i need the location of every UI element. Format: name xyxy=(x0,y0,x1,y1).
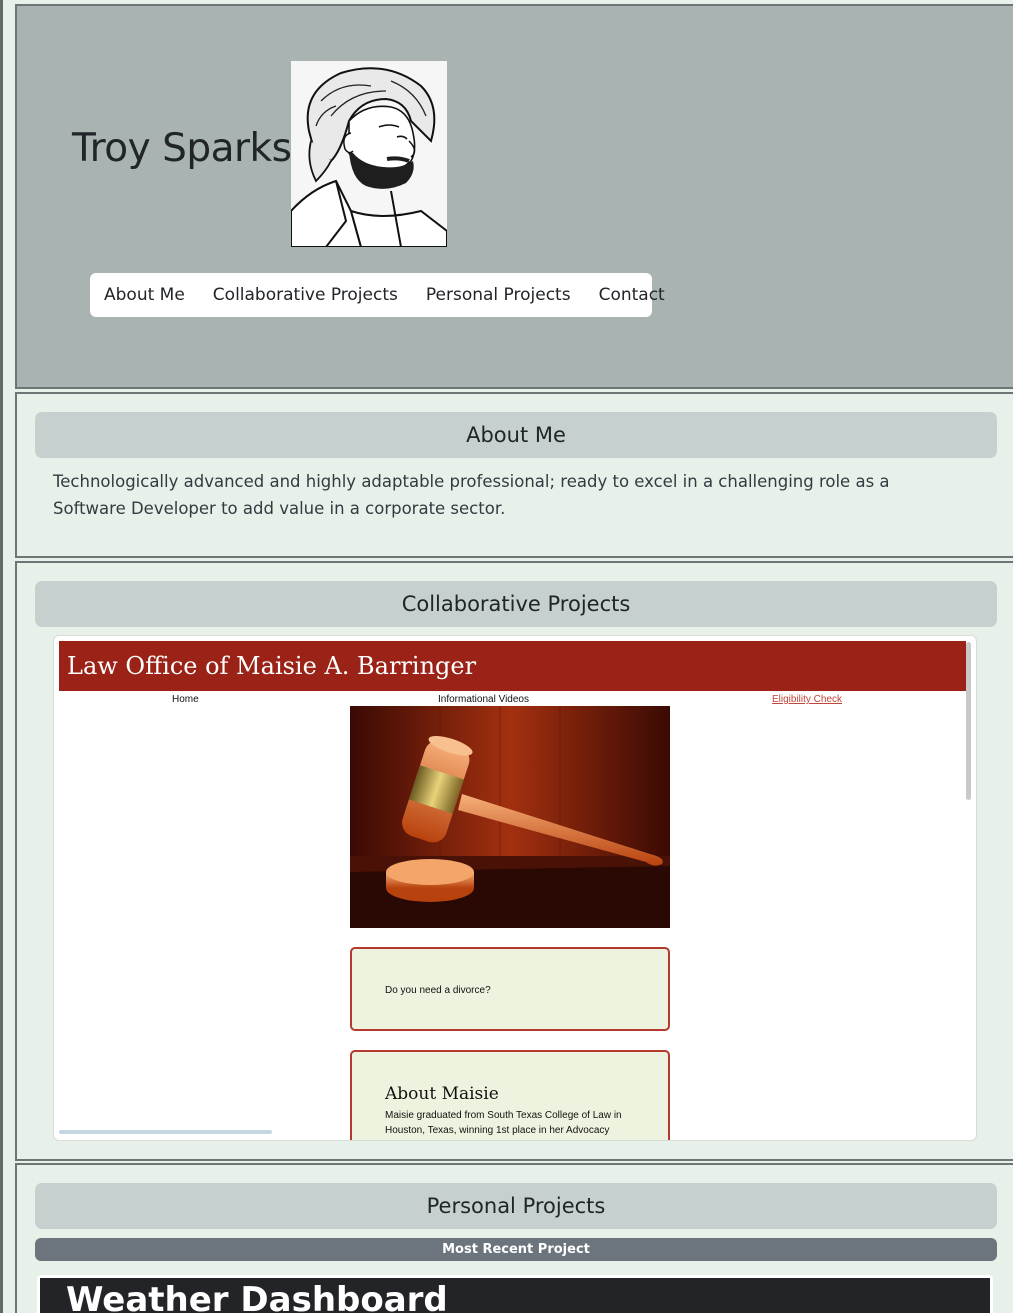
preview-vertical-scrollbar[interactable] xyxy=(966,642,971,800)
collaborative-projects-section: Collaborative Projects Law Office of Mai… xyxy=(15,561,1013,1161)
nav-personal-projects[interactable]: Personal Projects xyxy=(426,285,571,305)
about-maisie-text: Maisie graduated from South Texas Colleg… xyxy=(385,1110,622,1136)
about-section: About Me Technologically advanced and hi… xyxy=(15,392,1013,558)
about-text: Technologically advanced and highly adap… xyxy=(53,472,890,518)
preview-nav-home[interactable]: Home xyxy=(172,694,199,705)
preview-nav-videos[interactable]: Informational Videos xyxy=(438,694,529,705)
nav-contact[interactable]: Contact xyxy=(599,285,665,305)
weather-dashboard-title: Weather Dashboard xyxy=(40,1278,990,1313)
personal-projects-section: Personal Projects Most Recent Project We… xyxy=(15,1163,1013,1313)
about-heading: About Me xyxy=(35,412,997,458)
personal-projects-heading: Personal Projects xyxy=(35,1183,997,1229)
law-office-project-preview[interactable]: Law Office of Maisie A. Barringer Home I… xyxy=(53,635,977,1141)
preview-nav-eligibility[interactable]: Eligibility Check xyxy=(772,694,842,705)
portrait-image xyxy=(291,61,447,247)
law-office-banner: Law Office of Maisie A. Barringer xyxy=(59,641,966,691)
about-maisie-heading: About Maisie xyxy=(385,1084,499,1104)
divorce-card-text: Do you need a divorce? xyxy=(385,985,491,996)
most-recent-project-label: Most Recent Project xyxy=(35,1238,997,1261)
gavel-image xyxy=(350,706,670,928)
preview-horizontal-scrollbar[interactable] xyxy=(59,1130,272,1134)
nav-about-me[interactable]: About Me xyxy=(104,285,185,305)
page-left-border xyxy=(0,0,3,1313)
nav-collaborative-projects[interactable]: Collaborative Projects xyxy=(213,285,398,305)
main-navbar: About Me Collaborative Projects Personal… xyxy=(90,273,665,317)
divorce-card[interactable]: Do you need a divorce? xyxy=(350,947,670,1031)
collaborative-projects-heading: Collaborative Projects xyxy=(35,581,997,627)
site-title: Troy Sparks xyxy=(72,126,292,171)
site-header: Troy Sparks About Me Collaborative Proje xyxy=(15,4,1013,389)
weather-dashboard-preview[interactable]: Weather Dashboard xyxy=(37,1275,993,1313)
about-maisie-card: About Maisie Maisie graduated from South… xyxy=(350,1050,670,1140)
